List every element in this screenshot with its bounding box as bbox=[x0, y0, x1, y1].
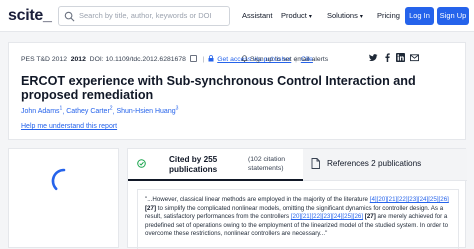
help-understand-link[interactable]: Help me understand this report bbox=[21, 123, 117, 130]
search-input[interactable]: Search by title, author, keywords or DOI bbox=[58, 6, 230, 26]
lock-icon bbox=[208, 55, 214, 62]
signup-button[interactable]: Sign Up bbox=[437, 7, 469, 25]
nav-product-label: Product bbox=[281, 11, 307, 20]
chevron-down-icon: ▾ bbox=[359, 14, 363, 20]
nav-product[interactable]: Product ▾ bbox=[281, 11, 312, 20]
tab-references[interactable]: References 2 publications bbox=[303, 149, 467, 181]
copy-icon[interactable] bbox=[189, 55, 197, 62]
cited-by-label: Cited by 255 publications bbox=[169, 155, 218, 174]
author-name: Cathey Carter bbox=[66, 108, 110, 116]
references-icon bbox=[311, 158, 320, 169]
nav-assistant[interactable]: Assistant bbox=[242, 11, 272, 20]
separator: | bbox=[202, 56, 205, 63]
venue: PES T&D 2012 bbox=[21, 56, 67, 63]
report-summary-panel bbox=[8, 148, 119, 248]
citation-link[interactable]: [4] bbox=[370, 196, 377, 203]
nav-pricing[interactable]: Pricing bbox=[377, 11, 400, 20]
nav-solutions[interactable]: Solutions ▾ bbox=[327, 11, 363, 20]
references-label: References 2 publications bbox=[327, 159, 422, 168]
facebook-icon[interactable] bbox=[383, 53, 392, 62]
citation-link[interactable]: [20][21][22][23][24][25][26] bbox=[377, 196, 449, 203]
author-sup: 3 bbox=[175, 106, 179, 112]
author-link[interactable]: Cathey Carter2 bbox=[66, 106, 112, 116]
reference-marker: [27] bbox=[364, 213, 376, 221]
search-icon bbox=[64, 11, 75, 22]
author-link[interactable]: John Adams1 bbox=[21, 106, 62, 116]
reference-marker: [27] bbox=[145, 204, 157, 212]
search-placeholder: Search by title, author, keywords or DOI bbox=[79, 11, 212, 20]
snippet-text: "...However, classical linear methods ar… bbox=[145, 196, 370, 203]
author-name: Shun-Hsien Huang bbox=[116, 108, 176, 116]
email-alert[interactable]: Sign up to set email alerts bbox=[241, 55, 328, 63]
email-alert-label: Sign up to set email alerts bbox=[250, 56, 329, 63]
login-button[interactable]: Log In bbox=[405, 7, 434, 25]
citations-panel: Cited by 255 publications (102 citation … bbox=[127, 148, 467, 249]
author-name: John Adams bbox=[21, 108, 60, 116]
chevron-down-icon: ▾ bbox=[308, 14, 312, 20]
paper-header-card: PES T&D 2012 2012 DOI: 10.1109/tdc.2012.… bbox=[8, 42, 466, 140]
twitter-icon[interactable] bbox=[369, 53, 378, 62]
cited-by-icon bbox=[137, 159, 146, 168]
paper-title: ERCOT experience with Sub-synchronous Co… bbox=[21, 74, 416, 102]
citation-link[interactable]: [20][21][22][23][24][25][26] bbox=[291, 213, 363, 220]
top-navigation: scite_ Search by title, author, keywords… bbox=[0, 0, 474, 32]
scite-logo[interactable]: scite_ bbox=[8, 7, 52, 25]
linkedin-icon[interactable] bbox=[396, 53, 405, 62]
author-link[interactable]: Shun-Hsien Huang3 bbox=[116, 106, 179, 116]
nav-solutions-label: Solutions bbox=[327, 11, 358, 20]
bell-icon bbox=[241, 55, 248, 62]
loading-spinner-icon bbox=[51, 168, 66, 191]
citation-statements-count: (102 citation statements) bbox=[248, 156, 286, 172]
tab-cited-by[interactable]: Cited by 255 publications (102 citation … bbox=[128, 149, 303, 181]
author-list: John Adams1, Cathey Carter2, Shun-Hsien … bbox=[21, 106, 178, 115]
doi: DOI: 10.1109/tdc.2012.6281678 bbox=[89, 56, 186, 63]
citation-snippet: "...However, classical linear methods ar… bbox=[137, 189, 459, 249]
email-share-icon[interactable] bbox=[410, 53, 419, 62]
year: 2012 bbox=[70, 56, 86, 63]
